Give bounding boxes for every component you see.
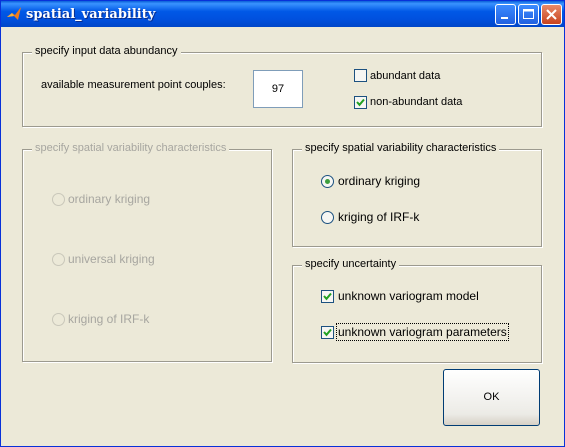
radio-selected-dot [325,179,330,184]
abundancy-group-title: specify input data abundancy [32,45,181,57]
spatial-disabled-group-title: specify spatial variability characterist… [32,142,230,154]
ordinary-kriging-label[interactable]: ordinary kriging [338,174,420,188]
uncertainty-group-title: specify uncertainty [302,258,400,270]
dialog-window: spatial_variability specify input data a… [0,0,565,447]
variogram-parameters-checkbox[interactable] [321,326,334,339]
maximize-button[interactable] [518,4,539,25]
abundant-label[interactable]: abundant data [370,70,440,82]
checkmark-icon [323,328,332,337]
couples-label: available measurement point couples: [41,79,226,91]
matlab-logo-icon [6,6,22,22]
window-title: spatial_variability [26,7,156,22]
radio-irf-k[interactable] [321,211,334,224]
ok-button[interactable]: OK [443,369,540,426]
variogram-model-checkbox[interactable] [321,290,334,303]
uncertainty-group: specify uncertainty [292,258,542,363]
minimize-icon [501,17,508,19]
non-abundant-label[interactable]: non-abundant data [370,96,462,108]
radio-ordinary-kriging-disabled [52,193,65,206]
spatial-group: specify spatial variability characterist… [292,142,542,247]
checkmark-icon [356,98,365,107]
universal-kriging-disabled-label: universal kriging [68,252,155,266]
radio-irf-k-disabled [52,313,65,326]
variogram-model-label[interactable]: unknown variogram model [338,289,479,303]
checkmark-icon [323,292,332,301]
title-bar[interactable]: spatial_variability [1,1,564,27]
spatial-group-title: specify spatial variability characterist… [302,142,500,154]
minimize-button[interactable] [495,4,516,25]
close-button[interactable] [541,4,562,25]
radio-universal-kriging-disabled [52,253,65,266]
radio-ordinary-kriging[interactable] [321,175,334,188]
ordinary-kriging-disabled-label: ordinary kriging [68,192,151,206]
irf-k-disabled-label: kriging of IRF-k [68,312,150,326]
couples-field[interactable]: 97 [253,70,303,108]
close-icon [546,9,557,20]
non-abundant-checkbox[interactable] [354,96,367,109]
abundant-checkbox[interactable] [354,69,367,82]
variogram-parameters-label[interactable]: unknown variogram parameters [336,323,509,341]
maximize-icon [523,9,534,19]
irf-k-label[interactable]: kriging of IRF-k [338,210,419,224]
